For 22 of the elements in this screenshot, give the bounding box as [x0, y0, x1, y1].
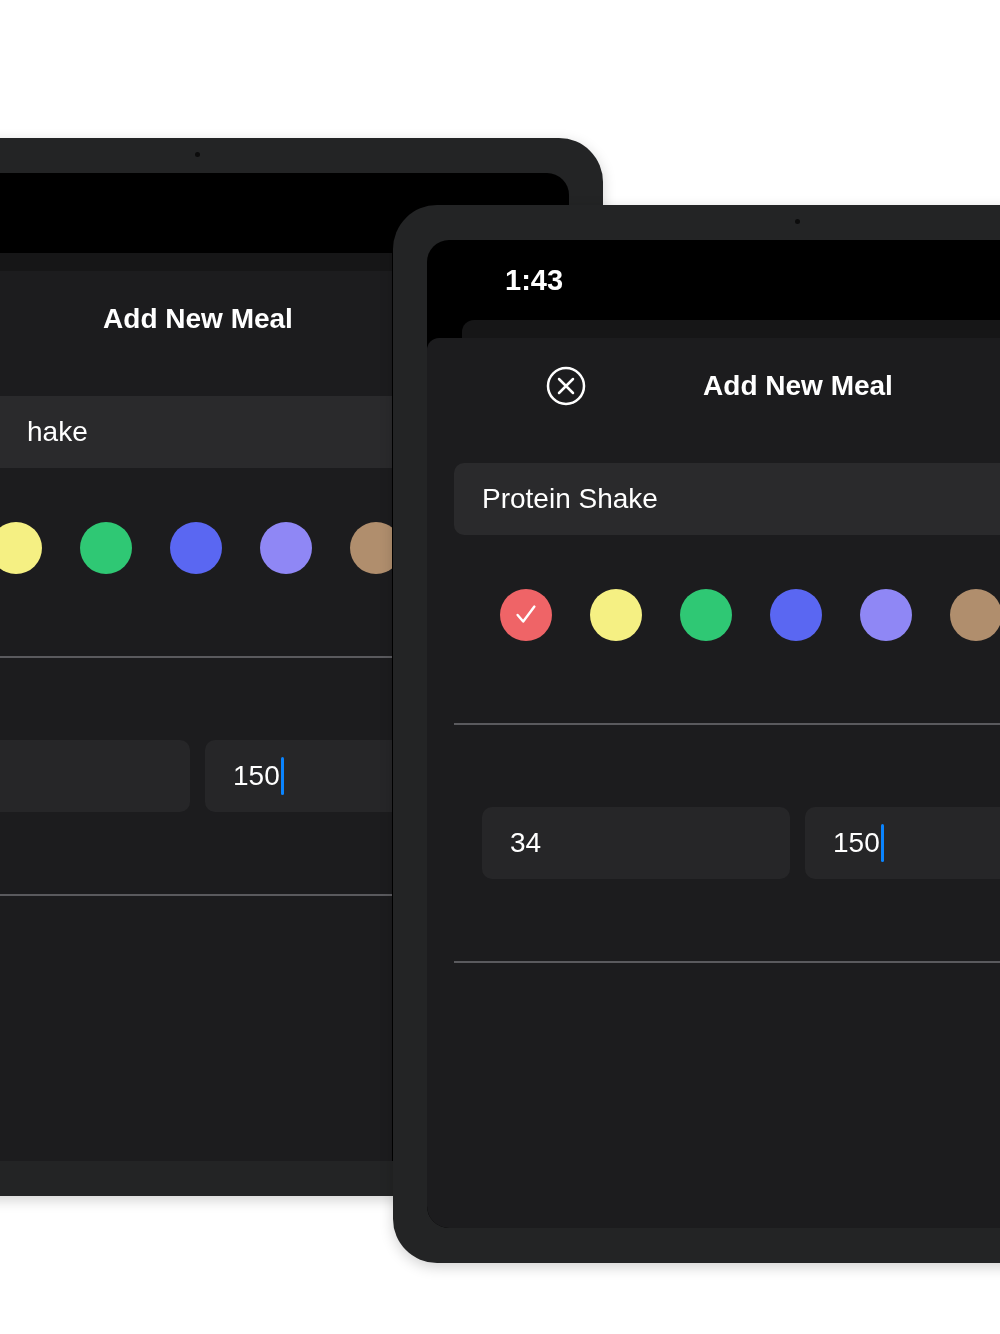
- number-field[interactable]: 34: [482, 807, 790, 879]
- color-swatch[interactable]: [590, 589, 642, 641]
- number-field[interactable]: 150: [205, 740, 392, 812]
- number-field[interactable]: 150: [805, 807, 1000, 879]
- sheet-title: Add New Meal: [703, 370, 893, 402]
- meal-name-field[interactable]: hake: [0, 396, 392, 468]
- color-swatch[interactable]: [80, 522, 132, 574]
- close-icon[interactable]: [546, 366, 586, 406]
- camera-dot: [795, 219, 800, 224]
- meal-name-field[interactable]: Protein Shake: [454, 463, 1000, 535]
- color-swatch[interactable]: [500, 589, 552, 641]
- color-swatch[interactable]: [170, 522, 222, 574]
- color-swatch[interactable]: [260, 522, 312, 574]
- color-swatch[interactable]: [350, 522, 392, 574]
- color-swatch[interactable]: [680, 589, 732, 641]
- camera-dot: [195, 152, 200, 157]
- color-swatch[interactable]: [770, 589, 822, 641]
- color-swatch[interactable]: [860, 589, 912, 641]
- color-swatch[interactable]: [950, 589, 1000, 641]
- status-time: 1:43: [505, 263, 564, 297]
- color-swatch[interactable]: [0, 522, 42, 574]
- sheet-title: Add New Meal: [103, 303, 293, 335]
